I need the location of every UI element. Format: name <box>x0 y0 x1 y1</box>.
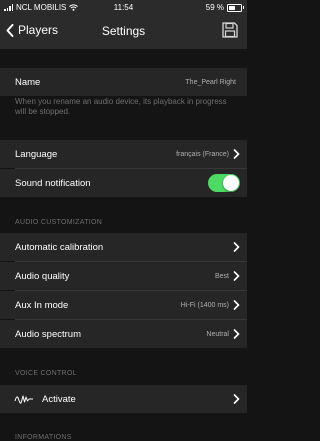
status-bar: NCL MOBILIS 11:54 59 % <box>0 0 247 14</box>
aux-in-mode-row[interactable]: Aux In mode Hi-Fi (1400 ms) <box>0 291 247 319</box>
chevron-right-icon <box>233 242 240 252</box>
sound-notification-toggle[interactable] <box>208 174 240 192</box>
rename-note: When you rename an audio device, its pla… <box>15 97 227 116</box>
audio-spectrum-value: Neutral <box>206 330 229 338</box>
save-icon[interactable] <box>222 22 238 38</box>
toggle-knob <box>223 175 239 191</box>
automatic-calibration-row[interactable]: Automatic calibration <box>0 233 247 261</box>
voice-section-header: VOICE CONTROL <box>15 370 77 377</box>
chevron-right-icon <box>233 149 240 159</box>
back-label: Players <box>18 23 59 37</box>
chevron-right-icon <box>233 271 240 281</box>
info-section-header: INFORMATIONS <box>15 434 72 441</box>
battery-icon <box>227 3 244 12</box>
aux-in-mode-value: Hi-Fi (1400 ms) <box>180 301 229 309</box>
audio-quality-row[interactable]: Audio quality Best <box>0 262 247 290</box>
language-label: Language <box>15 148 58 160</box>
sound-notification-row: Sound notification <box>0 169 247 197</box>
name-label: Name <box>15 76 41 88</box>
chevron-left-icon <box>6 23 14 37</box>
automatic-calibration-label: Automatic calibration <box>15 241 104 253</box>
nav-bar: Players Settings <box>0 14 247 49</box>
language-value: français (France) <box>176 150 229 158</box>
audio-quality-value: Best <box>214 272 229 280</box>
activate-label: Activate <box>42 393 76 405</box>
language-row[interactable]: Language français (France) <box>0 140 247 168</box>
status-right: 59 % <box>205 3 244 12</box>
audio-spectrum-label: Audio spectrum <box>15 328 82 340</box>
back-button[interactable]: Players <box>6 23 58 37</box>
audio-spectrum-row[interactable]: Audio spectrum Neutral <box>0 320 247 348</box>
voice-wave-icon <box>14 395 33 404</box>
voice-activate-row[interactable]: Activate <box>0 385 247 413</box>
chevron-right-icon <box>233 394 240 404</box>
audio-section-header: AUDIO CUSTOMIZATION <box>15 219 103 226</box>
audio-quality-label: Audio quality <box>15 270 70 282</box>
name-value: The_Pearl Right <box>185 78 236 86</box>
chevron-right-icon <box>233 300 240 310</box>
battery-percent: 59 % <box>205 3 224 12</box>
aux-in-mode-label: Aux In mode <box>15 299 69 311</box>
sound-notification-label: Sound notification <box>15 177 91 189</box>
chevron-right-icon <box>233 329 240 339</box>
name-row[interactable]: Name The_Pearl Right <box>0 68 247 96</box>
